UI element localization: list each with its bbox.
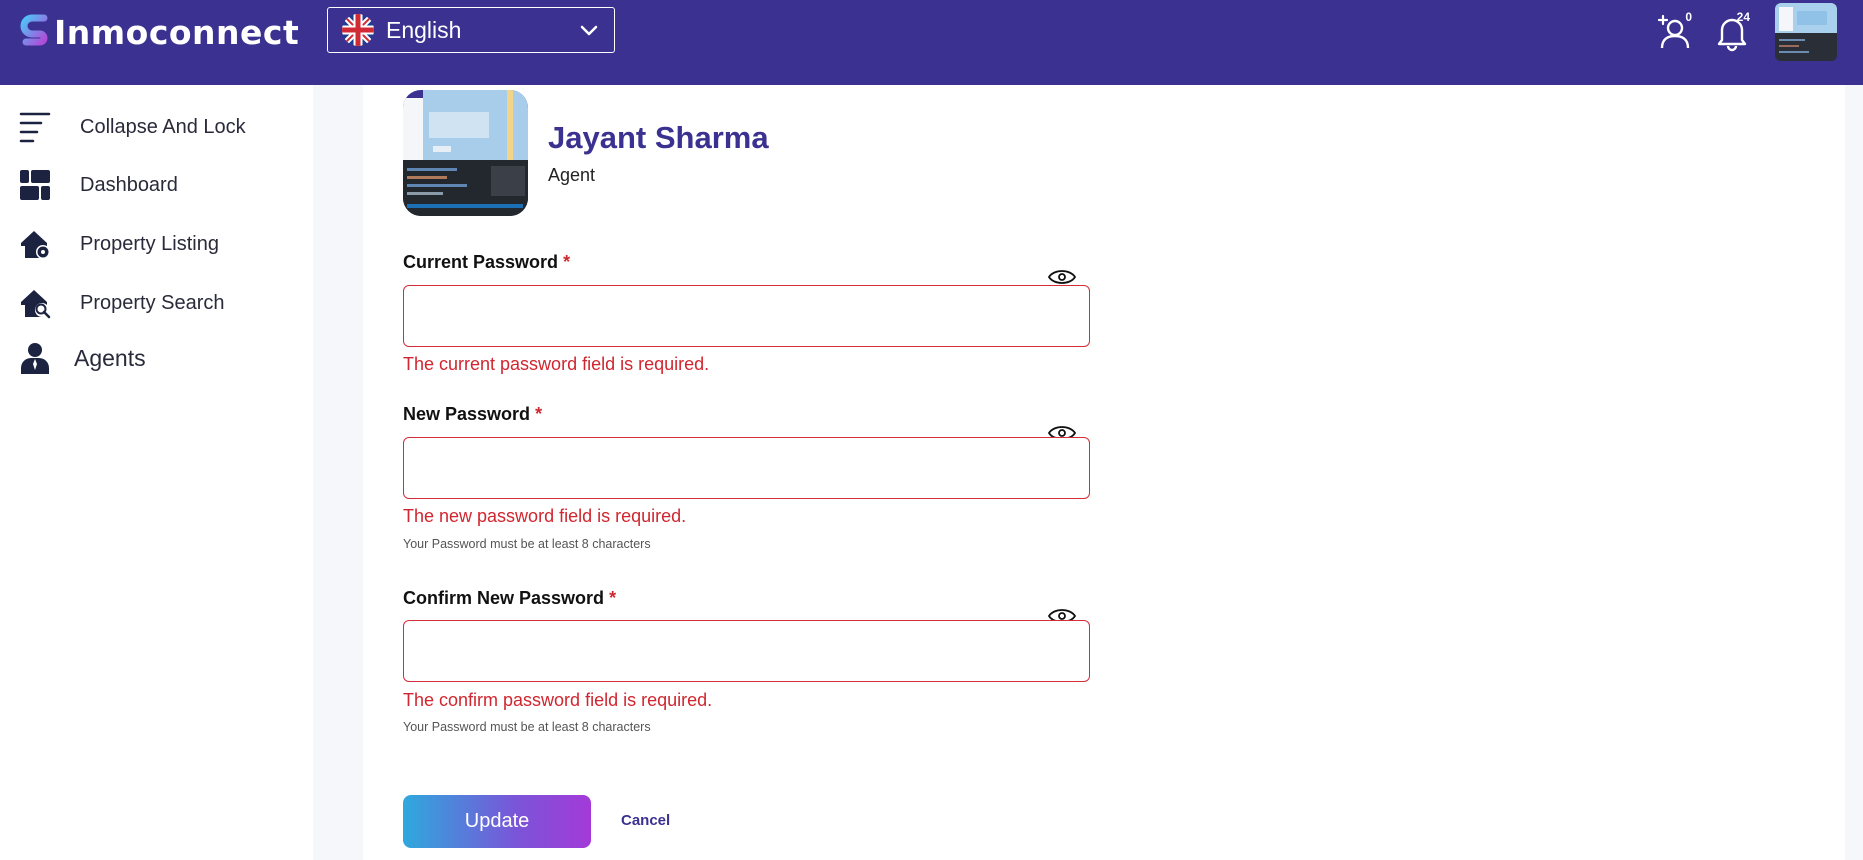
content-gutter-left xyxy=(313,85,363,860)
current-password-input[interactable] xyxy=(403,285,1090,347)
cancel-link[interactable]: Cancel xyxy=(621,812,670,829)
profile-name: Jayant Sharma xyxy=(548,120,769,155)
profile-role: Agent xyxy=(548,165,596,185)
sidebar-item-label: Property Search xyxy=(80,291,225,314)
new-password-error: The new password field is required. xyxy=(403,506,687,526)
confirm-password-input[interactable] xyxy=(403,620,1090,682)
confirm-password-label: Confirm New Password * xyxy=(403,588,616,609)
update-button[interactable]: Update xyxy=(403,795,591,848)
agent-person-icon xyxy=(18,341,52,375)
sidebar-item-label: Collapse And Lock xyxy=(80,115,246,138)
new-password-label-text: New Password xyxy=(403,404,531,424)
sidebar-item-agents[interactable]: Agents xyxy=(18,338,146,378)
agent-requests-badge: 0 xyxy=(1685,10,1692,24)
new-password-input[interactable] xyxy=(403,437,1090,499)
sidebar: Collapse And Lock Dashboard Property Lis… xyxy=(0,85,313,860)
profile-avatar xyxy=(403,90,528,216)
confirm-password-hint: Your Password must be at least 8 charact… xyxy=(403,720,651,734)
house-search-icon xyxy=(18,286,52,320)
sidebar-item-property-listing[interactable]: Property Listing xyxy=(18,224,219,264)
current-password-label: Current Password * xyxy=(403,252,570,273)
chevron-down-icon xyxy=(578,19,600,41)
new-password-label: New Password * xyxy=(403,404,542,425)
confirm-password-label-text: Confirm New Password xyxy=(403,588,605,608)
top-navbar: Inmoconnect English 0 24 xyxy=(0,0,1863,85)
sidebar-item-dashboard[interactable]: Dashboard xyxy=(18,165,178,205)
language-select[interactable]: English xyxy=(327,7,615,53)
agent-requests-button[interactable]: 0 xyxy=(1656,10,1692,52)
required-mark: * xyxy=(609,588,617,608)
sidebar-item-property-search[interactable]: Property Search xyxy=(18,283,225,323)
sidebar-item-label: Dashboard xyxy=(80,173,178,196)
logo-mark-icon xyxy=(20,14,52,50)
sidebar-item-label: Agents xyxy=(74,344,146,371)
logo-text: Inmoconnect xyxy=(54,12,300,52)
app-logo[interactable]: Inmoconnect xyxy=(20,12,299,52)
current-password-error: The current password field is required. xyxy=(403,354,710,374)
dashboard-icon xyxy=(18,168,52,202)
required-mark: * xyxy=(563,252,571,272)
user-avatar[interactable] xyxy=(1775,3,1837,61)
notifications-badge: 24 xyxy=(1736,10,1750,24)
sidebar-item-collapse-and-lock[interactable]: Collapse And Lock xyxy=(18,107,246,147)
house-gear-icon xyxy=(18,227,52,261)
uk-flag-icon xyxy=(342,14,374,46)
notifications-button[interactable]: 24 xyxy=(1714,10,1750,52)
sidebar-item-label: Property Listing xyxy=(80,232,219,255)
confirm-password-error: The confirm password field is required. xyxy=(403,690,713,710)
current-password-label-text: Current Password xyxy=(403,252,559,272)
content-gutter-right xyxy=(1845,85,1863,860)
menu-lines-icon xyxy=(18,110,52,144)
new-password-hint: Your Password must be at least 8 charact… xyxy=(403,537,651,551)
language-selected: English xyxy=(386,16,462,43)
required-mark: * xyxy=(535,404,543,424)
